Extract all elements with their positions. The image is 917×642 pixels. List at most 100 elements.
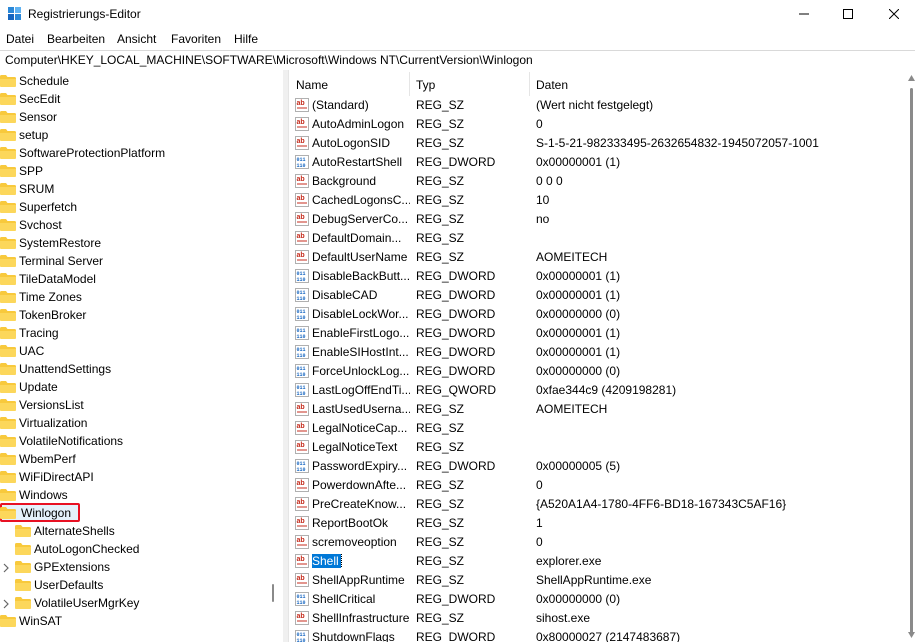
expand-chevron-icon[interactable]: [3, 598, 9, 609]
value-type: REG_DWORD: [416, 345, 496, 359]
tree-item-sensor[interactable]: Sensor: [0, 108, 57, 126]
tree-item-wbemperf[interactable]: WbemPerf: [0, 450, 76, 468]
table-row[interactable]: ab PreCreateKnow... REG_SZ {A520A1A4-1780-4…: [289, 495, 906, 514]
svg-text:110: 110: [297, 372, 306, 378]
table-row[interactable]: 011 110 DisableCAD REG_DWORD 0x00000001 (1): [289, 286, 906, 305]
table-row[interactable]: ab (Standard) REG_SZ (Wert nicht festgelegt…: [289, 96, 906, 115]
table-row[interactable]: 011 110 EnableSIHostInt... REG_DWORD 0x00000…: [289, 343, 906, 362]
tree-item-terminal-server[interactable]: Terminal Server: [0, 252, 103, 270]
tree-item-tracing[interactable]: Tracing: [0, 324, 59, 342]
scroll-down-icon[interactable]: [908, 632, 915, 638]
table-row[interactable]: ab ShellAppRuntime REG_SZ ShellAppRuntime.e…: [289, 571, 906, 590]
tree-item-volatileusermgrkey[interactable]: VolatileUserMgrKey: [15, 594, 139, 612]
maximize-button[interactable]: [825, 0, 871, 28]
table-row[interactable]: ab PowerdownAfte... REG_SZ 0: [289, 476, 906, 495]
tree-item-superfetch[interactable]: Superfetch: [0, 198, 77, 216]
table-row[interactable]: ab DebugServerCo... REG_SZ no: [289, 210, 906, 229]
ab-string-icon: ab: [295, 573, 309, 587]
menu-hilfe[interactable]: Hilfe: [234, 32, 258, 46]
table-row[interactable]: 011 110 ShutdownFlags REG_DWORD 0x80000027 (…: [289, 628, 906, 642]
tree-item-autologonchecked[interactable]: AutoLogonChecked: [15, 540, 139, 558]
tree-item-setup[interactable]: setup: [0, 126, 48, 144]
selected-value-name[interactable]: Shell: [312, 554, 342, 568]
tree-item-versionslist[interactable]: VersionsList: [0, 396, 84, 414]
column-header-type[interactable]: Typ: [416, 78, 435, 92]
table-row[interactable]: ab Background REG_SZ 0 0 0: [289, 172, 906, 191]
close-button[interactable]: [871, 0, 917, 28]
value-data: 0x00000001 (1): [536, 326, 621, 340]
table-row[interactable]: ab AutoAdminLogon REG_SZ 0: [289, 115, 906, 134]
tree-item-secedit[interactable]: SecEdit: [0, 90, 60, 108]
address-bar[interactable]: Computer\HKEY_LOCAL_MACHINE\SOFTWARE\Mic…: [0, 50, 915, 71]
tree-item-alternateshells[interactable]: AlternateShells: [15, 522, 115, 540]
tree-item-winlogon[interactable]: Winlogon: [0, 504, 73, 522]
table-row[interactable]: 011 110 EnableFirstLogo... REG_DWORD 0x00000…: [289, 324, 906, 343]
values-scrollbar[interactable]: [906, 70, 917, 642]
tree-item-gpextensions[interactable]: GPExtensions: [15, 558, 110, 576]
folder-icon: [0, 255, 16, 267]
address-path[interactable]: Computer\HKEY_LOCAL_MACHINE\SOFTWARE\Mic…: [5, 53, 533, 67]
tree-item-windows[interactable]: Windows: [0, 486, 68, 504]
table-row[interactable]: ab CachedLogonsC... REG_SZ 10: [289, 191, 906, 210]
table-row[interactable]: 011 110 AutoRestartShell REG_DWORD 0x0000000…: [289, 153, 906, 172]
tree-item-spp[interactable]: SPP: [0, 162, 43, 180]
scroll-up-icon[interactable]: [908, 75, 915, 81]
tree-item-tokenbroker[interactable]: TokenBroker: [0, 306, 86, 324]
tree-item-virtualization[interactable]: Virtualization: [0, 414, 87, 432]
folder-icon: [0, 111, 16, 123]
table-row[interactable]: 011 110 LastLogOffEndTi... REG_QWORD 0xfae34…: [289, 381, 906, 400]
table-row[interactable]: ab LegalNoticeCap... REG_SZ: [289, 419, 906, 438]
table-row[interactable]: ab LastUsedUserna... REG_SZ AOMEITECH: [289, 400, 906, 419]
svg-text:110: 110: [297, 163, 306, 169]
values-list[interactable]: Name Typ Daten ab (Standard) REG_SZ (Wert n…: [288, 70, 906, 642]
ab-string-icon: ab: [295, 117, 309, 131]
tree-item-unattendsettings[interactable]: UnattendSettings: [0, 360, 111, 378]
value-name: AutoLogonSID: [312, 136, 391, 150]
tree-item-time-zones[interactable]: Time Zones: [0, 288, 82, 306]
table-row[interactable]: ab DefaultUserName REG_SZ AOMEITECH: [289, 248, 906, 267]
menu-datei[interactable]: Datei: [6, 32, 34, 46]
tree-item-srum[interactable]: SRUM: [0, 180, 54, 198]
table-row[interactable]: 011 110 DisableBackButt... REG_DWORD 0x00000…: [289, 267, 906, 286]
svg-text:ab: ab: [297, 613, 305, 620]
tree-item-systemrestore[interactable]: SystemRestore: [0, 234, 101, 252]
tree-item-update[interactable]: Update: [0, 378, 58, 396]
tree-item-softwareprotectionplatform[interactable]: SoftwareProtectionPlatform: [0, 144, 165, 162]
key-tree[interactable]: Schedule SecEdit Sensor setup SoftwareProtec…: [0, 70, 283, 642]
table-row[interactable]: 011 110 PasswordExpiry... REG_DWORD 0x000000…: [289, 457, 906, 476]
value-data: 0xfae344c9 (4209198281): [536, 383, 677, 397]
menu-ansicht[interactable]: Ansicht: [117, 32, 156, 46]
column-header-data[interactable]: Daten: [536, 78, 568, 92]
tree-item-schedule[interactable]: Schedule: [0, 72, 69, 90]
expand-chevron-icon[interactable]: [3, 562, 9, 573]
table-row[interactable]: ab ReportBootOk REG_SZ 1: [289, 514, 906, 533]
tree-item-svchost[interactable]: Svchost: [0, 216, 62, 234]
tree-item-tiledatamodel[interactable]: TileDataModel: [0, 270, 96, 288]
table-row[interactable]: 011 110 DisableLockWor... REG_DWORD 0x000000…: [289, 305, 906, 324]
table-row[interactable]: ab ShellInfrastructure REG_SZ sihost.exe: [289, 609, 906, 628]
scrollbar-thumb[interactable]: [910, 88, 913, 633]
tree-item-volatilenotifications[interactable]: VolatileNotifications: [0, 432, 123, 450]
tree-item-winsat[interactable]: WinSAT: [0, 612, 62, 630]
tree-item-wifidirectapi[interactable]: WiFiDirectAPI: [0, 468, 94, 486]
table-row[interactable]: 011 110 ForceUnlockLog... REG_DWORD 0x000000…: [289, 362, 906, 381]
value-name: scremoveoption: [312, 535, 397, 549]
folder-icon: [0, 165, 16, 177]
menu-bearbeiten[interactable]: Bearbeiten: [47, 32, 105, 46]
table-row[interactable]: ab scremoveoption REG_SZ 0: [289, 533, 906, 552]
tree-scrollbar-thumb[interactable]: [272, 584, 274, 602]
table-row[interactable]: ab DefaultDomain... REG_SZ: [289, 229, 906, 248]
column-divider[interactable]: [529, 72, 530, 96]
table-row[interactable]: ab Shell REG_SZ explorer.exe: [289, 552, 906, 571]
tree-item-uac[interactable]: UAC: [0, 342, 44, 360]
table-row[interactable]: ab LegalNoticeText REG_SZ: [289, 438, 906, 457]
column-header-name[interactable]: Name: [296, 78, 328, 92]
table-row[interactable]: 011 110 ShellCritical REG_DWORD 0x00000000 (…: [289, 590, 906, 609]
folder-icon: [0, 489, 16, 501]
table-row[interactable]: ab AutoLogonSID REG_SZ S-1-5-21-982333495-2…: [289, 134, 906, 153]
minimize-button[interactable]: [781, 0, 827, 28]
menu-favoriten[interactable]: Favoriten: [171, 32, 221, 46]
column-divider[interactable]: [409, 72, 410, 96]
tree-item-userdefaults[interactable]: UserDefaults: [15, 576, 103, 594]
value-type: REG_SZ: [416, 497, 465, 511]
